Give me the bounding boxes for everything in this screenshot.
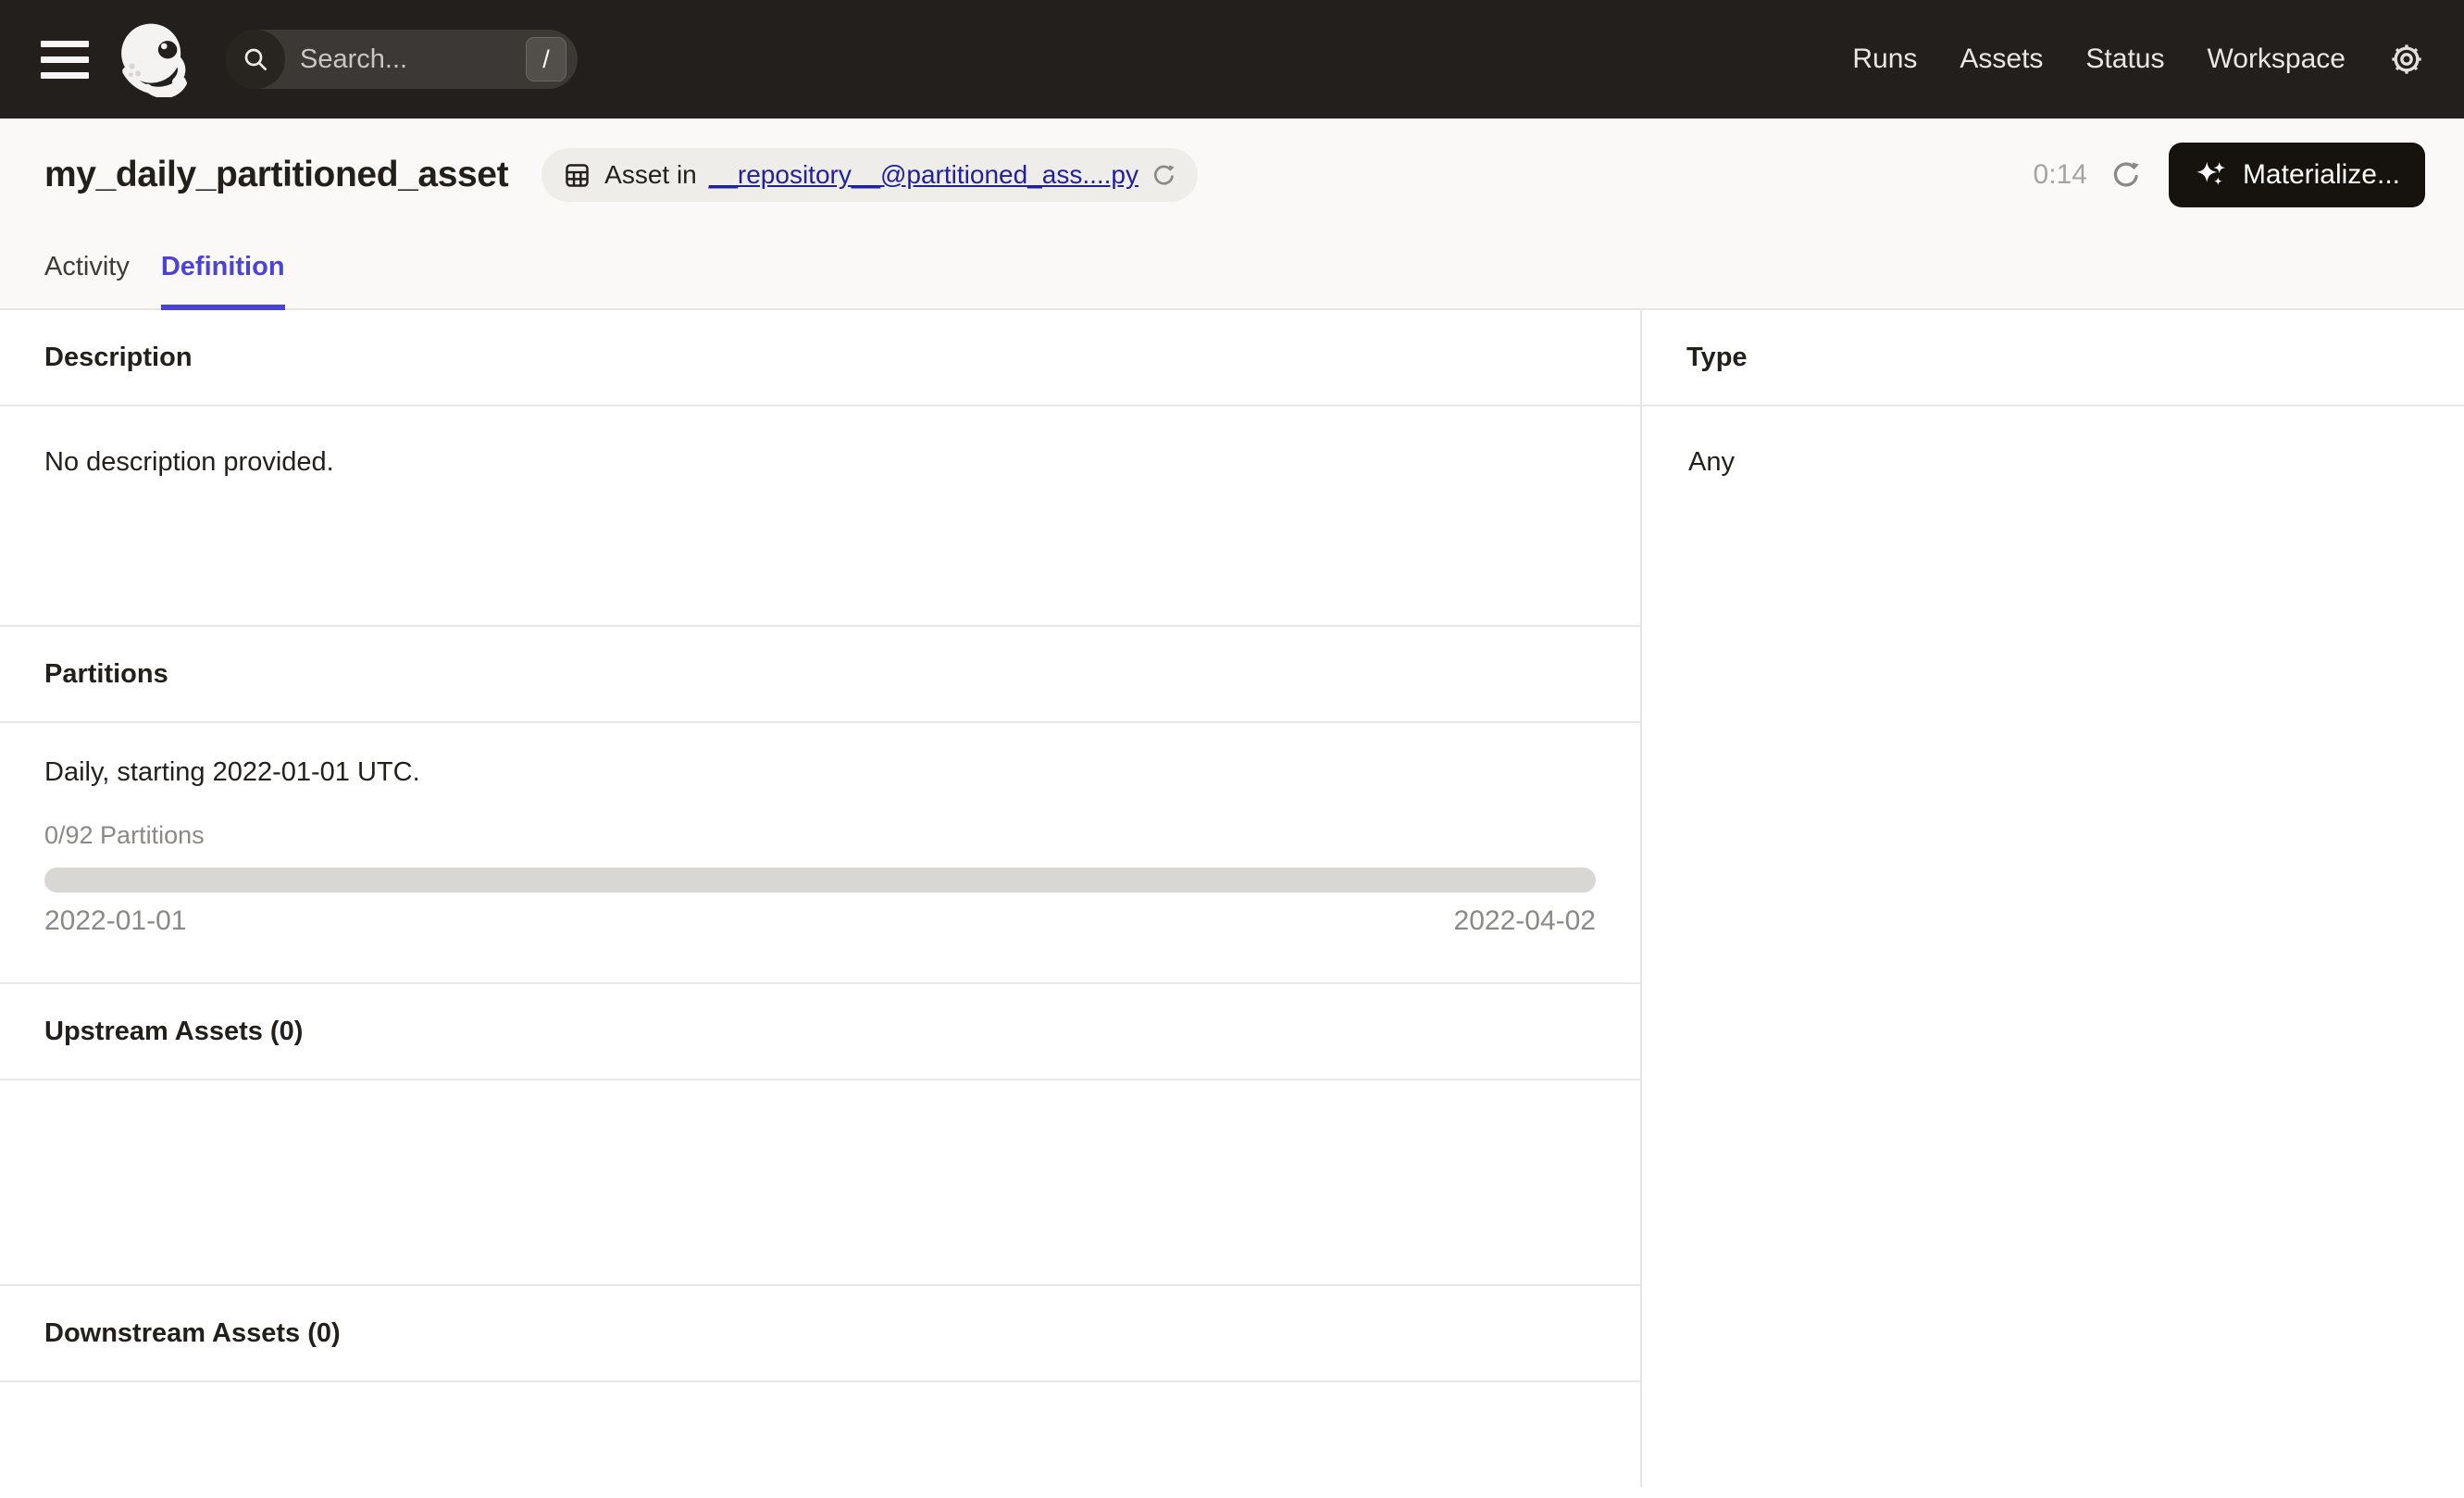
materialize-button[interactable]: Materialize... — [2168, 143, 2425, 207]
sparkles-icon — [2194, 157, 2229, 193]
partition-range-end: 2022-04-02 — [1453, 905, 1596, 936]
upstream-assets-heading: Upstream Assets (0) — [0, 984, 1640, 1080]
refresh-icon[interactable] — [2109, 158, 2143, 192]
top-nav-links: Runs Assets Status Workspace — [1852, 44, 2346, 75]
tab-activity[interactable]: Activity — [44, 252, 130, 310]
partitions-progress-bar[interactable] — [44, 868, 1596, 893]
asset-page-header: my_daily_partitioned_asset Asset in __re… — [0, 119, 2464, 310]
asset-badge-prefix: Asset in — [604, 160, 697, 189]
top-navigation-bar: Search... / Runs Assets Status Workspace — [0, 0, 2464, 119]
partitions-section-heading: Partitions — [0, 627, 1640, 723]
upstream-assets-body — [0, 1080, 1640, 1286]
type-section-heading: Type — [1642, 310, 2464, 406]
asset-grid-icon — [562, 160, 592, 191]
nav-item-status[interactable]: Status — [2085, 44, 2164, 75]
nav-item-runs[interactable]: Runs — [1852, 44, 1917, 75]
partitions-progress-label: 0/92 Partitions — [44, 821, 205, 849]
asset-tabs: Activity Definition — [44, 252, 2420, 310]
description-section-heading: Description — [0, 310, 1640, 406]
partitions-summary: Daily, starting 2022-01-01 UTC. — [44, 757, 420, 787]
type-section-body: Any — [1642, 406, 2464, 518]
asset-location-badge: Asset in __repository__@partitioned_ass.… — [541, 148, 1199, 202]
materialize-label: Materialize... — [2242, 159, 2400, 190]
description-section-body: No description provided. — [0, 406, 1640, 627]
description-text: No description provided. — [44, 447, 334, 477]
search-input[interactable]: Search... / — [226, 30, 578, 89]
partitions-section-body: Daily, starting 2022-01-01 UTC. 0/92 Par… — [0, 723, 1640, 984]
search-shortcut-key: / — [526, 37, 566, 81]
definition-right-column: Type Any — [1642, 310, 2464, 1487]
downstream-assets-heading: Downstream Assets (0) — [0, 1286, 1640, 1382]
definition-content: Description No description provided. Par… — [0, 310, 2464, 1487]
nav-item-workspace[interactable]: Workspace — [2207, 44, 2346, 75]
page-title: my_daily_partitioned_asset — [44, 155, 509, 194]
tab-definition[interactable]: Definition — [160, 252, 285, 310]
downstream-assets-body — [0, 1382, 1640, 1489]
repository-link[interactable]: __repository__@partitioned_ass....py — [709, 160, 1139, 190]
partitions-range: 2022-01-01 2022-04-02 — [44, 905, 1596, 937]
partition-range-start: 2022-01-01 — [44, 905, 187, 936]
type-value: Any — [1688, 447, 1735, 477]
dagster-logo-icon[interactable] — [117, 21, 193, 97]
definition-left-column: Description No description provided. Par… — [0, 310, 1642, 1487]
search-icon — [226, 30, 285, 89]
refresh-countdown: 0:14 — [2033, 159, 2087, 190]
settings-gear-icon[interactable] — [2388, 41, 2425, 78]
menu-icon[interactable] — [41, 40, 89, 79]
search-placeholder: Search... — [300, 44, 408, 74]
nav-item-assets[interactable]: Assets — [1960, 44, 2043, 75]
badge-reload-icon[interactable] — [1151, 162, 1177, 189]
